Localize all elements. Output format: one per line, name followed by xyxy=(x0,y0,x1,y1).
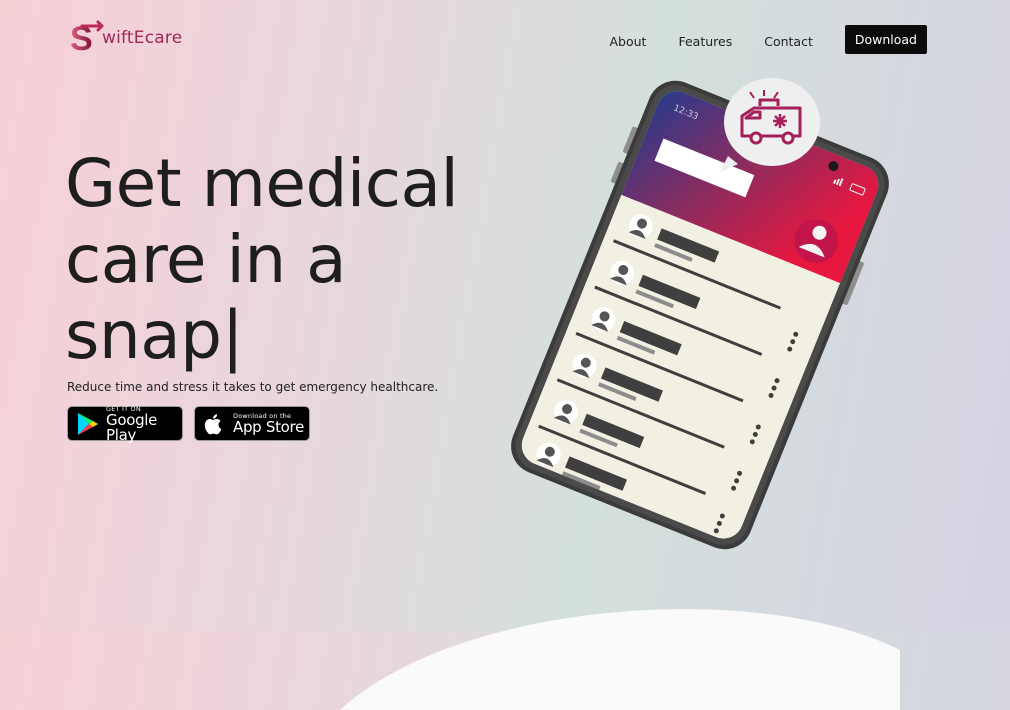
hero-title-line-1: Get medical xyxy=(65,145,459,222)
download-button[interactable]: Download xyxy=(844,25,927,54)
hero-title-line-3-text: snap xyxy=(65,297,222,374)
app-store-button[interactable]: Download on the App Store xyxy=(194,406,310,441)
phone-illustration: 12:33 xyxy=(511,78,889,550)
nav-features-link[interactable]: Features xyxy=(678,34,732,49)
apple-icon xyxy=(204,413,222,434)
nav-about-link[interactable]: About xyxy=(610,34,647,49)
nav-contact-link[interactable]: Contact xyxy=(764,34,813,49)
brand-logo[interactable]: S wiftEcare xyxy=(68,20,182,56)
google-play-icon xyxy=(78,412,98,435)
google-play-big: Google Play xyxy=(106,410,158,444)
bottom-wave xyxy=(340,609,900,710)
app-store-big: App Store xyxy=(233,418,305,436)
google-play-button[interactable]: GET IT ON Google Play xyxy=(67,405,183,444)
hero-title-line-3: snap| xyxy=(65,298,535,374)
hero-title-line-2: care in a xyxy=(65,221,347,298)
hero-subtitle: Reduce time and stress it takes to get e… xyxy=(67,380,439,394)
logo-mark-icon: S xyxy=(70,20,104,56)
hero-title: Get medical care in a snap| xyxy=(65,146,535,374)
nav-links: About Features Contact Download xyxy=(610,25,927,54)
top-nav: S wiftEcare About Features Contact Downl… xyxy=(0,0,1010,80)
typing-caret: | xyxy=(221,297,244,374)
brand-name: wiftEcare xyxy=(102,28,183,48)
